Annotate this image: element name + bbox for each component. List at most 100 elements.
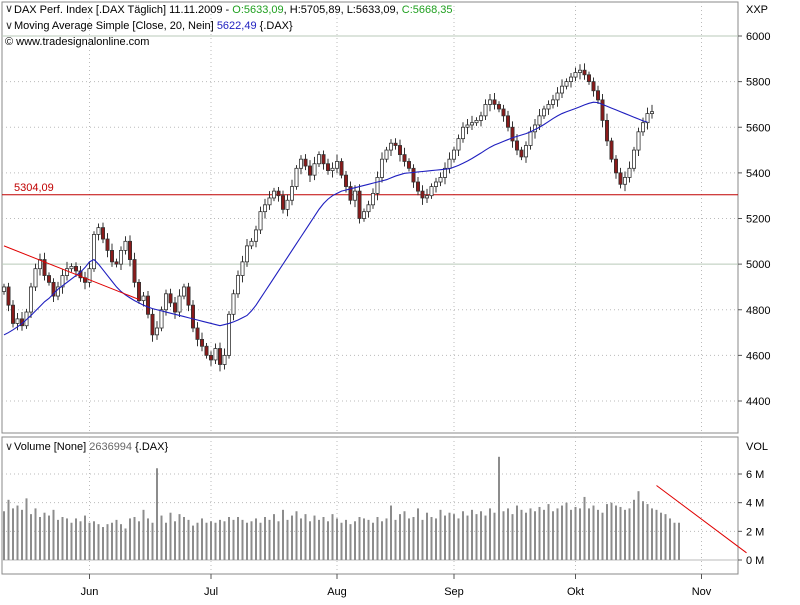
collapse-icon[interactable]: ∨ <box>5 441 13 453</box>
candle-body <box>632 149 637 169</box>
collapse-icon[interactable]: ∨ <box>5 20 13 32</box>
volume-bar <box>471 509 473 560</box>
volume-bar <box>291 515 293 560</box>
candle-body <box>312 163 317 176</box>
level-label: 5304,09 <box>14 182 54 194</box>
candle-body <box>501 108 506 117</box>
candle-body <box>343 174 348 187</box>
candle-body <box>186 286 191 306</box>
candle-body <box>564 81 569 87</box>
volume-bar <box>412 517 415 560</box>
candle-body <box>159 309 164 329</box>
candle-body <box>447 158 452 169</box>
volume-bar <box>156 468 158 560</box>
candle <box>609 137 614 163</box>
candle <box>632 146 637 172</box>
candle-body <box>96 227 101 235</box>
volume-axis: 6 M 4 M 2 M 0 M <box>738 469 764 567</box>
volume-bar <box>588 508 590 560</box>
candle-body <box>600 99 605 121</box>
candle-body <box>456 138 461 151</box>
volume-bar <box>363 518 365 560</box>
volume-bar <box>489 508 491 560</box>
candle <box>226 311 231 359</box>
candle-body <box>569 76 574 83</box>
candle-body <box>578 69 583 73</box>
volume-bar <box>664 514 667 560</box>
volume-label: Volume [None] <box>14 441 86 453</box>
volume-bar <box>619 506 622 560</box>
volume-bar <box>651 508 653 560</box>
candle-body <box>411 167 416 183</box>
volume-bar <box>192 525 194 560</box>
volume-symbol: {.DAX} <box>135 441 168 453</box>
chart-window: 6000 5800 5600 5400 5200 5000 4800 4600 4400 6 M… <box>0 0 800 600</box>
volume-bar <box>255 518 257 560</box>
candle-body <box>438 177 443 183</box>
instrument-label: DAX Perf. Index [.DAX Täglich] 11.11.200… <box>14 4 230 16</box>
volume-bar <box>124 528 127 560</box>
volume-bar <box>349 524 352 560</box>
candle-body <box>2 286 7 292</box>
candle-body <box>240 261 245 276</box>
candle-body <box>505 115 510 128</box>
candle-body <box>262 204 267 213</box>
volume-bar <box>372 522 374 560</box>
volume-bar <box>565 502 568 560</box>
price-axis: 6000 5800 5600 5400 5200 5000 4800 4600 4400 <box>738 31 770 408</box>
candle-body <box>177 295 182 313</box>
candle-body <box>560 85 565 94</box>
candle-body <box>542 108 547 117</box>
candle-body <box>402 154 407 162</box>
month-label: Jun <box>81 586 99 598</box>
volume-bar <box>75 518 77 560</box>
volume-bar <box>232 519 235 560</box>
candle-body <box>190 304 195 329</box>
volume-bar <box>525 512 527 560</box>
candle-body <box>276 190 281 197</box>
candle-body <box>145 295 150 315</box>
volume-bar <box>237 517 239 560</box>
candle-body <box>154 327 159 336</box>
volume-bar <box>286 519 289 560</box>
price-tick-label: 5200 <box>746 214 770 226</box>
volume-bar <box>376 517 379 560</box>
candle-body <box>388 142 393 151</box>
volume-bar <box>597 509 599 560</box>
volume-tick-label: 0 M <box>746 555 764 567</box>
month-label: Jul <box>204 586 218 598</box>
volume-bar <box>399 514 401 560</box>
candle-body <box>384 149 389 160</box>
volume-bar <box>331 514 334 560</box>
volume-bar <box>516 505 518 560</box>
candle-body <box>289 186 294 201</box>
candle-body <box>181 286 186 297</box>
volume-bar <box>309 521 311 560</box>
price-tick-label: 4800 <box>746 305 770 317</box>
candle <box>294 165 299 190</box>
volume-bar <box>111 522 113 560</box>
volume-bar <box>579 508 581 560</box>
volume-bar <box>556 508 559 560</box>
volume-bar <box>39 517 41 560</box>
candle-body <box>618 172 623 185</box>
candle-body <box>366 204 371 213</box>
candle-body <box>379 158 384 178</box>
candle-body <box>546 104 551 110</box>
volume-bar <box>34 508 37 560</box>
candle-body <box>163 293 168 311</box>
candle-body <box>474 120 479 124</box>
volume-bar <box>205 522 208 560</box>
volume-bar <box>574 506 577 560</box>
candle-body <box>551 99 556 105</box>
price-legend: DAX Perf. Index [.DAX Täglich] 11.11.200… <box>14 4 453 16</box>
volume-bar <box>79 521 82 560</box>
candle-body <box>141 295 146 302</box>
volume-axis-title: VOL <box>746 441 768 453</box>
candle-body <box>429 186 434 197</box>
volume-bar <box>417 508 419 560</box>
candle-body <box>334 161 339 169</box>
collapse-icon[interactable]: ∨ <box>5 3 13 15</box>
candle-body <box>555 92 560 101</box>
volume-bar <box>583 496 586 560</box>
